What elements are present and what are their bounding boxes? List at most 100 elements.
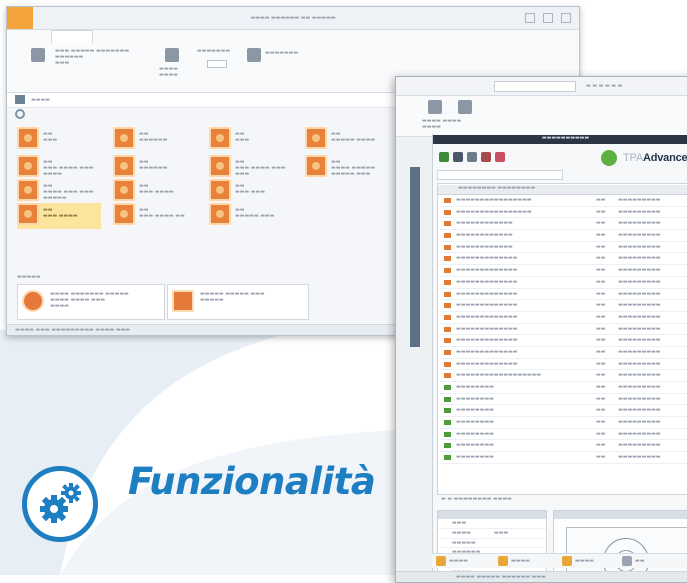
table-row[interactable]: ▬▬▬▬▬▬▬▬▬▬▬▬▬ ▬▬ ▬▬▬▬▬▬▬▬▬ xyxy=(438,324,687,336)
preview-header xyxy=(554,511,687,519)
toolbar-icon[interactable] xyxy=(458,100,472,114)
ribbon-group-4[interactable]: ▬▬▬▬▬▬▬ xyxy=(247,48,298,67)
table-row[interactable]: ▬▬▬▬▬▬▬▬▬▬▬▬▬ ▬▬ ▬▬▬▬▬▬▬▬▬ xyxy=(438,300,687,312)
cad-toolbar: ▬▬▬▬ ▬▬▬▬ ▬▬▬▬ xyxy=(396,96,687,137)
table-row[interactable]: ▬▬▬▬▬▬▬▬▬▬▬▬▬▬▬▬ ▬▬ ▬▬▬▬▬▬▬▬▬ xyxy=(438,195,687,207)
gears-icon xyxy=(22,466,98,542)
tile-icon xyxy=(113,203,135,225)
tile-icon xyxy=(209,203,231,225)
launcher-tile[interactable]: ▬▬ ▬▬▬ xyxy=(209,127,293,153)
maximize-icon[interactable] xyxy=(543,13,553,23)
properties-header xyxy=(438,511,546,519)
table-row[interactable]: ▬▬▬▬▬▬▬▬ ▬▬ ▬▬▬▬▬▬▬▬▬ xyxy=(438,452,687,464)
ribbon-select[interactable] xyxy=(207,60,227,68)
table-row[interactable]: ▬▬▬▬▬▬▬▬▬▬▬▬▬ ▬▬ ▬▬▬▬▬▬▬▬▬ xyxy=(438,312,687,324)
table-row[interactable]: ▬▬▬▬▬▬▬▬▬▬▬▬▬ ▬▬ ▬▬▬▬▬▬▬▬▬ xyxy=(438,347,687,359)
table-row[interactable]: ▬▬▬▬▬▬▬▬ ▬▬ ▬▬▬▬▬▬▬▬▬ xyxy=(438,394,687,406)
launcher-tile[interactable]: ▬▬ ▬▬▬ ▬▬▬▬ ▬▬▬ ▬▬▬ xyxy=(209,155,293,181)
tile-icon xyxy=(17,127,39,149)
table-row[interactable]: ▬▬▬▬▬▬▬▬ ▬▬ ▬▬▬▬▬▬▬▬▬ xyxy=(438,405,687,418)
table-row[interactable]: ▬▬▬▬▬▬▬▬▬▬▬▬ ▬▬ ▬▬▬▬▬▬▬▬▬ xyxy=(438,230,687,242)
ribbon-group-1[interactable]: ▬▬▬ ▬▬▬▬▬ ▬▬▬▬▬▬▬ ▬▬▬▬▬▬ ▬▬▬ xyxy=(31,48,129,67)
launcher-titlebar: ▬▬▬▬ ▬▬▬▬▬▬ ▬▬ ▬▬▬▬▬ xyxy=(7,7,579,30)
window-title: ▬▬▬▬ ▬▬▬▬▬▬ ▬▬ ▬▬▬▬▬ xyxy=(250,15,336,21)
table-row[interactable]: ▬▬▬▬▬▬▬▬▬▬▬▬▬▬▬▬▬▬ ▬▬ ▬▬▬▬▬▬▬▬▬ xyxy=(438,370,687,382)
toolbar-icon[interactable] xyxy=(453,152,463,162)
toolbar-icon[interactable] xyxy=(481,152,491,162)
window-controls[interactable] xyxy=(525,13,571,23)
launcher-tile-selected[interactable]: ▬▬ ▬▬▬ ▬▬▬▬ xyxy=(17,203,101,229)
ribbon-group-3[interactable]: ▬▬▬▬▬▬▬ xyxy=(197,48,241,68)
table-row[interactable]: ▬▬▬▬▬▬▬▬ ▬▬ ▬▬▬▬▬▬▬▬▬ xyxy=(438,417,687,429)
refresh-icon[interactable] xyxy=(439,152,449,162)
table-row[interactable]: ▬▬▬▬▬▬▬▬▬▬▬▬▬ ▬▬ ▬▬▬▬▬▬▬▬▬ xyxy=(438,253,687,266)
launcher-tile[interactable]: ▬▬ ▬▬▬▬ ▬▬▬ ▬▬▬ ▬▬▬▬▬ xyxy=(17,179,101,205)
refresh-icon[interactable] xyxy=(15,109,25,119)
toolbar-icon[interactable] xyxy=(428,100,442,114)
logo-prefix: TPA xyxy=(623,152,643,164)
ribbon-tool-icon[interactable] xyxy=(31,48,45,62)
table-row[interactable]: ▬▬▬▬▬▬▬▬▬▬▬▬▬ ▬▬ ▬▬▬▬▬▬▬▬▬ xyxy=(438,359,687,371)
launcher-tile[interactable]: ▬▬ ▬▬▬▬▬▬ xyxy=(113,155,197,181)
ribbon-group-2[interactable]: ▬▬▬▬ ▬▬▬▬ xyxy=(159,48,179,78)
tile-icon xyxy=(305,155,327,177)
minimize-icon[interactable] xyxy=(525,13,535,23)
launcher-tile[interactable]: ▬▬ ▬▬▬▬▬ ▬▬▬▬ xyxy=(305,127,389,153)
launcher-tile[interactable]: ▬▬ ▬▬▬ ▬▬▬ xyxy=(209,179,293,205)
table-header: ▬▬▬▬▬▬▬▬ ▬▬▬▬▬▬▬▬ xyxy=(438,185,687,195)
table-row[interactable]: ▬▬▬▬▬▬▬▬▬▬▬▬▬▬▬▬ ▬▬ ▬▬▬▬▬▬▬▬▬ xyxy=(438,207,687,219)
table-row[interactable]: ▬▬▬▬▬▬▬▬ ▬▬ ▬▬▬▬▬▬▬▬▬ xyxy=(438,440,687,453)
panel-header: ▬▬▬▬▬▬▬▬▬▬ xyxy=(433,135,687,144)
action-icon xyxy=(436,556,446,566)
recent-section-label: ▬▬▬▬▬ xyxy=(17,274,41,280)
launcher-tile[interactable]: ▬▬ ▬▬▬ ▬▬▬▬ ▬▬▬ ▬▬▬▬ xyxy=(17,155,101,181)
launcher-tile[interactable]: ▬▬ ▬▬▬▬▬▬ xyxy=(113,127,197,153)
tile-icon xyxy=(17,203,39,225)
launcher-tile[interactable]: ▬▬ ▬▬▬ ▬▬▬▬ xyxy=(113,179,197,205)
ribbon-tab[interactable] xyxy=(51,30,93,43)
recent-item[interactable]: ▬▬▬▬▬ ▬▬▬▬▬ ▬▬▬ ▬▬▬▬▬ xyxy=(167,284,309,320)
side-panel-tab[interactable] xyxy=(410,167,420,347)
tile-icon xyxy=(209,155,231,177)
tile-icon xyxy=(209,179,231,201)
tile-icon xyxy=(113,155,135,177)
ribbon-tool-icon[interactable] xyxy=(247,48,261,62)
recent-item[interactable]: ▬▬▬▬ ▬▬▬▬▬▬▬ ▬▬▬▬▬ ▬▬▬▬ ▬▬▬▬ ▬▬▬ ▬▬▬▬ xyxy=(17,284,165,320)
table-row[interactable]: ▬▬▬▬▬▬▬▬▬▬▬▬ ▬▬ ▬▬▬▬▬▬▬▬▬ xyxy=(438,242,687,254)
table-row[interactable]: ▬▬▬▬▬▬▬▬▬▬▬▬▬ ▬▬ ▬▬▬▬▬▬▬▬▬ xyxy=(438,265,687,277)
feature-title: Funzionalità xyxy=(128,460,376,503)
close-icon[interactable] xyxy=(561,13,571,23)
table-row[interactable]: ▬▬▬▬▬▬▬▬ ▬▬ ▬▬▬▬▬▬▬▬▬ xyxy=(438,382,687,394)
table-row[interactable]: ▬▬▬▬▬▬▬▬▬▬▬▬▬ ▬▬ ▬▬▬▬▬▬▬▬▬ xyxy=(438,335,687,347)
launcher-tile[interactable]: ▬▬ ▬▬▬ xyxy=(17,127,101,153)
green-circle-logo-icon xyxy=(601,150,617,166)
data-manager-window: ▬ ▬ ▬ ▬ ▬ ▬ ▬▬▬▬ ▬▬▬▬ ▬▬▬▬ ▬▬▬▬▬▬▬▬▬▬ TPA… xyxy=(395,76,687,583)
tile-icon xyxy=(113,127,135,149)
table-row[interactable]: ▬▬▬▬▬▬▬▬▬▬▬▬▬ ▬▬ ▬▬▬▬▬▬▬▬▬ xyxy=(438,277,687,289)
toolbar-icon[interactable] xyxy=(467,152,477,162)
tile-icon xyxy=(17,155,39,177)
recent-item-icon xyxy=(22,290,44,312)
recent-item-icon xyxy=(172,290,194,312)
filter-input[interactable] xyxy=(437,170,563,180)
table-row[interactable]: ▬▬▬▬▬▬▬▬ ▬▬ ▬▬▬▬▬▬▬▬▬ xyxy=(438,429,687,441)
action-icon xyxy=(498,556,508,566)
launcher-tile[interactable]: ▬▬ ▬▬▬▬ ▬▬▬▬▬ ▬▬▬▬▬ ▬▬▬ xyxy=(305,155,389,181)
advanced-panel: ▬▬▬▬▬▬▬▬▬▬ TPAAdvanced ▬▬▬▬▬▬▬▬ ▬▬▬▬▬▬▬▬… xyxy=(432,134,687,582)
launcher-tile[interactable]: ▬▬ ▬▬▬▬▬ ▬▬▬ xyxy=(209,203,293,229)
action-icon xyxy=(562,556,572,566)
table-row[interactable]: ▬▬▬▬▬▬▬▬▬▬▬▬ ▬▬ ▬▬▬▬▬▬▬▬▬ xyxy=(438,218,687,231)
action-icon xyxy=(622,556,632,566)
tile-icon xyxy=(17,179,39,201)
tile-icon xyxy=(209,127,231,149)
launcher-tile[interactable]: ▬▬ ▬▬▬ ▬▬▬▬ ▬▬ xyxy=(113,203,197,229)
panel-toolbar: TPAAdvanced xyxy=(433,144,687,170)
tile-icon xyxy=(113,179,135,201)
items-table: ▬▬▬▬▬▬▬▬ ▬▬▬▬▬▬▬▬ ▬▬▬▬▬▬▬▬▬▬▬▬▬▬▬▬ ▬▬ ▬▬▬▬… xyxy=(437,183,687,495)
action-bar: ▬▬▬▬ ▬▬▬▬ ▬▬▬▬ ▬▬ xyxy=(432,553,687,568)
ribbon-tool-icon[interactable] xyxy=(165,48,179,62)
search-input[interactable] xyxy=(494,81,576,92)
table-row[interactable]: ▬▬▬▬▬▬▬▬▬▬▬▬▬ ▬▬ ▬▬▬▬▬▬▬▬▬ xyxy=(438,289,687,301)
toolbar-icon[interactable] xyxy=(495,152,505,162)
home-icon[interactable] xyxy=(15,95,25,104)
